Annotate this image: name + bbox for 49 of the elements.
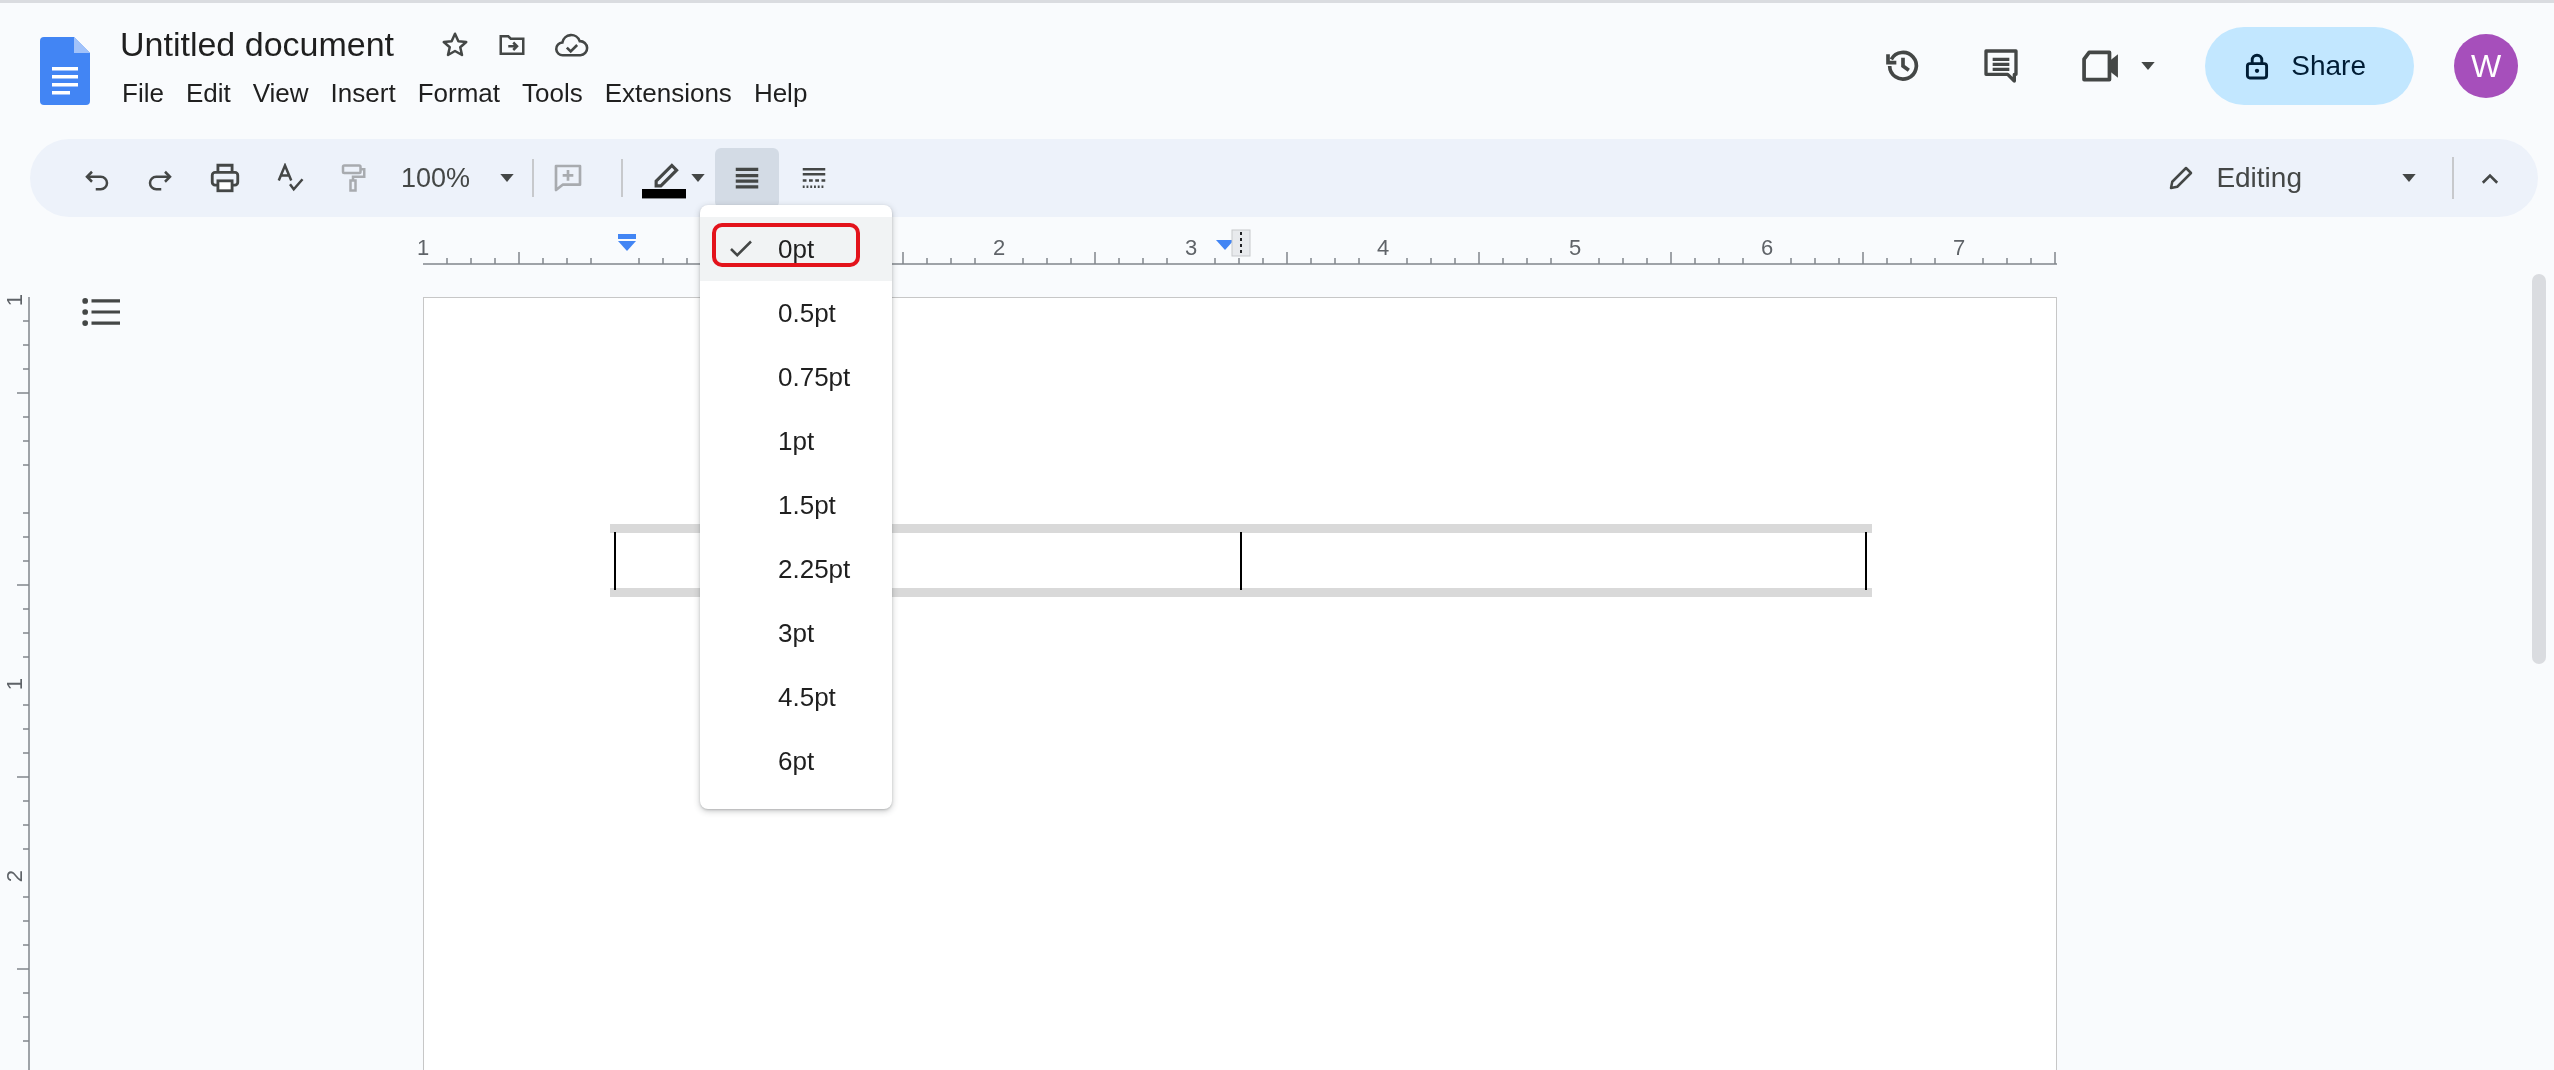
menu-item[interactable]: File	[120, 72, 178, 115]
ruler-number: 3	[1184, 235, 1198, 260]
ruler-number: 5	[1568, 235, 1582, 260]
docs-logo-icon[interactable]	[40, 37, 90, 105]
ruler-number: 1	[2, 677, 27, 691]
ruler-number: 7	[1952, 235, 1966, 260]
indent-marker[interactable]	[618, 234, 636, 251]
border-width-button[interactable]	[715, 148, 780, 208]
border-width-option[interactable]: 1.5pt	[700, 473, 892, 537]
checkmark-icon	[728, 239, 754, 259]
ruler-number: 6	[1760, 235, 1774, 260]
ruler-number: 1	[2, 293, 27, 307]
caret-icon[interactable]	[2141, 62, 2156, 70]
border-width-option[interactable]: 0.75pt	[700, 345, 892, 409]
lock-icon	[2245, 51, 2270, 81]
menu-item[interactable]: Extensions	[602, 72, 746, 115]
document-outline-icon[interactable]	[82, 297, 120, 327]
border-width-option[interactable]: 1pt	[700, 409, 892, 473]
border-width-option[interactable]: 0pt	[700, 217, 892, 281]
right-indent-marker[interactable]	[1216, 240, 1234, 250]
user-avatar[interactable]: W	[2454, 34, 2518, 98]
editing-mode-dropdown[interactable]: Editing	[2166, 162, 2416, 194]
border-width-option[interactable]: 4.5pt	[700, 665, 892, 729]
ruler-number: 2	[2, 869, 27, 883]
cloud-check-icon[interactable]	[554, 31, 591, 58]
ruler-number: 1	[416, 235, 430, 260]
print-icon[interactable]	[208, 161, 242, 195]
menu-item[interactable]: View	[250, 72, 323, 115]
menu-item[interactable]: Tools	[520, 72, 597, 115]
menu-item[interactable]: Edit	[183, 72, 245, 115]
caret-icon	[2402, 174, 2416, 182]
ruler-number: 4	[1376, 235, 1390, 260]
spellcheck-icon[interactable]	[275, 163, 305, 193]
menu-item[interactable]: Insert	[328, 72, 410, 115]
caret-icon[interactable]	[691, 174, 706, 182]
column-marker[interactable]	[1231, 229, 1251, 257]
border-width-option[interactable]: 0.5pt	[700, 281, 892, 345]
border-width-option[interactable]: 3pt	[700, 601, 892, 665]
border-width-option[interactable]: 6pt	[700, 729, 892, 793]
menu-item[interactable]: Format	[415, 72, 514, 115]
document-title[interactable]: Untitled document	[120, 25, 395, 64]
ruler-number: 2	[992, 235, 1006, 260]
scrollbar-thumb[interactable]	[2532, 274, 2546, 664]
collapse-chevron-icon[interactable]	[2480, 172, 2500, 184]
zoom-dropdown[interactable]: 100%	[401, 162, 471, 194]
caret-icon[interactable]	[500, 174, 515, 182]
share-button[interactable]: Share	[2205, 27, 2414, 105]
menu-item[interactable]: Help	[751, 72, 822, 115]
border-width-option[interactable]: 2.25pt	[700, 537, 892, 601]
